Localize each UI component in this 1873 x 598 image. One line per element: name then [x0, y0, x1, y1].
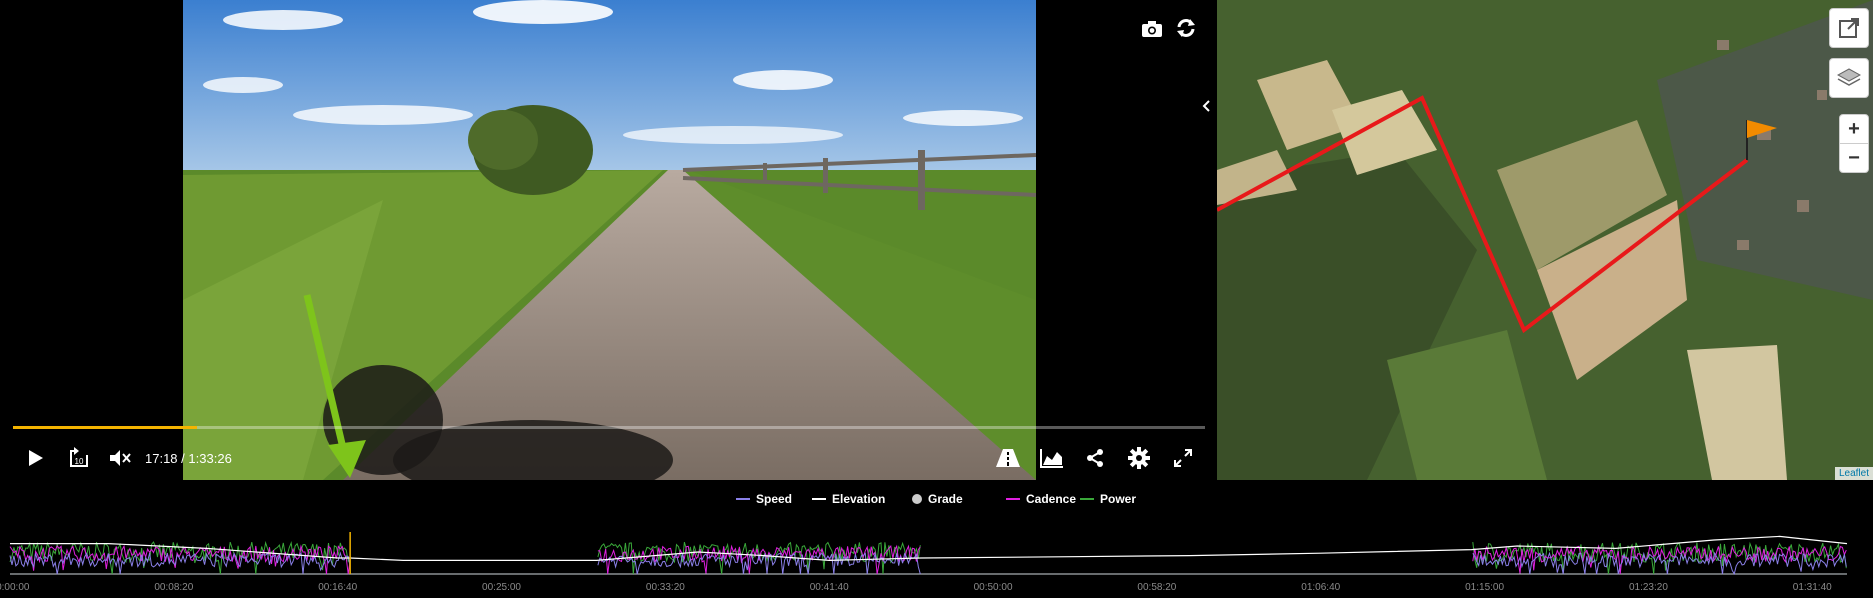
- chart-toggle-button[interactable]: [1038, 445, 1066, 471]
- collapse-map-button[interactable]: [1198, 96, 1214, 116]
- volume-muted-icon: [110, 450, 131, 466]
- current-time: 17:18: [145, 451, 178, 466]
- x-tick-label: 00:25:00: [482, 582, 521, 593]
- map-expand-button[interactable]: [1829, 8, 1869, 48]
- fullscreen-button[interactable]: [1170, 445, 1196, 471]
- road-icon: [996, 449, 1020, 467]
- play-icon: [29, 450, 43, 466]
- legend-label: Speed: [756, 492, 793, 506]
- legend-label: Cadence: [1026, 492, 1077, 506]
- legend-swatch: [1080, 498, 1094, 500]
- video-player[interactable]: 10 17:18 / 1:33:26: [0, 0, 1217, 480]
- fullscreen-icon: [1174, 449, 1192, 467]
- speed-series: [9, 551, 1847, 576]
- chart-plot[interactable]: 00:00:00 00:08:20 00:16:40 00:25:00 00:33:20…: [0, 510, 1873, 598]
- zoom-in-button[interactable]: +: [1839, 114, 1869, 144]
- x-tick-label: 00:16:40: [318, 582, 357, 593]
- rewind-10-button[interactable]: 10: [66, 445, 92, 471]
- gear-icon: [1128, 447, 1150, 469]
- sync-icon: [1177, 19, 1195, 37]
- x-tick-label: 00:41:40: [810, 582, 849, 593]
- x-tick-label: 00:33:20: [646, 582, 685, 593]
- area-chart-icon: [1040, 449, 1063, 468]
- share-button[interactable]: [1082, 445, 1108, 471]
- video-scene: [183, 0, 1036, 480]
- external-link-icon: [1839, 18, 1859, 38]
- road-view-button[interactable]: [994, 445, 1022, 471]
- map-attribution[interactable]: Leaflet: [1834, 467, 1873, 480]
- x-tick-label: 00:00:00: [0, 582, 30, 593]
- layers-icon: [1837, 68, 1861, 86]
- chart-legend: Speed Elevation Grade Cadence Power: [0, 492, 1873, 510]
- x-tick-label: 01:15:00: [1465, 582, 1504, 593]
- legend-swatch: [736, 498, 750, 500]
- play-button[interactable]: [24, 447, 48, 469]
- legend-swatch: [912, 494, 922, 504]
- share-icon: [1087, 449, 1103, 467]
- rewind-10-label: 10: [75, 457, 84, 466]
- legend-label: Grade: [928, 492, 963, 506]
- video-progress-fill: [13, 426, 197, 429]
- x-tick-label: 01:31:40: [1793, 582, 1832, 593]
- zoom-out-button[interactable]: −: [1839, 143, 1869, 173]
- legend-item-grade[interactable]: Grade: [912, 492, 963, 506]
- elevation-series: [10, 535, 1848, 562]
- x-tick-label: 00:50:00: [974, 582, 1013, 593]
- camera-button[interactable]: [1138, 16, 1166, 42]
- video-frame[interactable]: [183, 0, 1036, 480]
- legend-item-speed[interactable]: Speed: [736, 492, 792, 506]
- map-layers-button[interactable]: [1829, 58, 1869, 98]
- satellite-map: [1217, 0, 1873, 480]
- legend-swatch: [812, 498, 826, 500]
- legend-item-cadence[interactable]: Cadence: [1006, 492, 1076, 506]
- chevron-left-icon: [1202, 100, 1210, 112]
- camera-icon: [1142, 21, 1162, 37]
- x-tick-label: 00:08:20: [154, 582, 193, 593]
- rewind-10-icon: 10: [70, 447, 88, 467]
- time-separator: /: [181, 451, 185, 466]
- total-time: 1:33:26: [188, 451, 232, 466]
- legend-item-elevation[interactable]: Elevation: [812, 492, 885, 506]
- map-panel[interactable]: + − Leaflet: [1217, 0, 1873, 480]
- legend-swatch: [1006, 498, 1020, 500]
- time-display: 17:18 / 1:33:26: [145, 451, 232, 466]
- x-tick-label: 00:58:20: [1137, 582, 1176, 593]
- legend-item-power[interactable]: Power: [1080, 492, 1136, 506]
- telemetry-chart[interactable]: Speed Elevation Grade Cadence Power 00:00:00…: [0, 480, 1873, 598]
- video-progress-bar[interactable]: [13, 426, 1205, 429]
- legend-label: Power: [1100, 492, 1137, 506]
- x-tick-label: 01:23:20: [1629, 582, 1668, 593]
- sync-button[interactable]: [1172, 14, 1200, 42]
- mute-button[interactable]: [108, 447, 132, 469]
- settings-button[interactable]: [1126, 445, 1152, 471]
- x-tick-label: 01:06:40: [1301, 582, 1340, 593]
- legend-label: Elevation: [832, 492, 886, 506]
